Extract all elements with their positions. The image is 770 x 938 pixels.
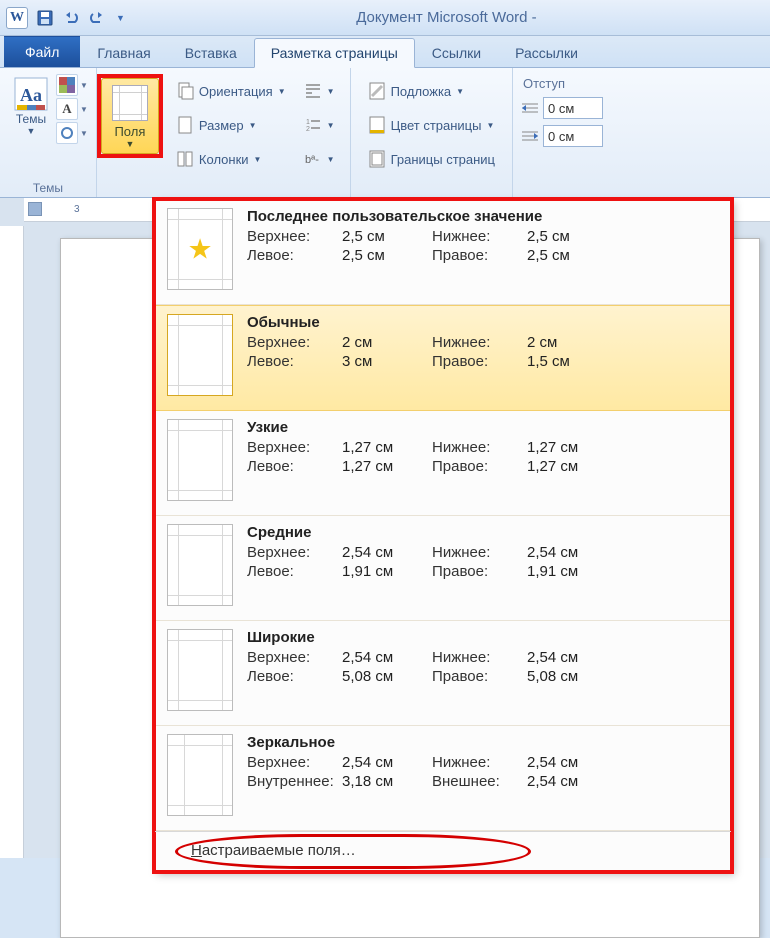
watermark-button[interactable]: Подложка ▼: [361, 78, 502, 104]
word-app-icon: W: [6, 7, 28, 29]
tab-file[interactable]: Файл: [4, 36, 80, 67]
star-icon: ★: [187, 233, 212, 266]
svg-text:bª-: bª-: [305, 154, 319, 166]
undo-icon[interactable]: [60, 7, 82, 29]
tab-insert[interactable]: Вставка: [168, 38, 254, 67]
preset-thumbnail: [167, 734, 233, 816]
themes-button[interactable]: Aa Темы ▼: [8, 74, 54, 139]
group-themes: Aa Темы ▼ ▼ A▼ ▼ Темы: [0, 68, 97, 197]
chevron-down-icon: ▼: [27, 126, 36, 136]
margin-preset[interactable]: УзкиеВерхнее:1,27 смНижнее:1,27 смЛевое:…: [155, 411, 731, 516]
preset-title: Последнее пользовательское значение: [247, 208, 719, 225]
window-title: Документ Microsoft Word -: [129, 9, 764, 26]
theme-fonts-icon[interactable]: A: [56, 98, 78, 120]
qat-dropdown-icon[interactable]: ▼: [112, 13, 129, 23]
preset-title: Широкие: [247, 629, 719, 646]
group-label-themes: Темы: [8, 179, 88, 195]
orientation-button[interactable]: Ориентация ▼: [169, 78, 293, 104]
page-color-icon: [368, 116, 386, 134]
preset-title: Зеркальное: [247, 734, 719, 751]
margins-button[interactable]: Поля ▼: [101, 78, 159, 154]
breaks-icon: [304, 82, 322, 100]
chevron-down-icon: ▼: [327, 87, 335, 96]
columns-button[interactable]: Колонки ▼: [169, 146, 293, 172]
indent-left-icon: [521, 101, 539, 115]
themes-small-buttons: ▼ A▼ ▼: [56, 74, 88, 144]
redo-icon[interactable]: [86, 7, 108, 29]
margin-preset[interactable]: ШирокиеВерхнее:2,54 смНижнее:2,54 смЛево…: [155, 621, 731, 726]
tab-page-layout[interactable]: Разметка страницы: [254, 38, 415, 68]
orientation-icon: [176, 82, 194, 100]
chevron-down-icon: ▼: [125, 139, 134, 149]
tab-references[interactable]: Ссылки: [415, 38, 498, 67]
hyphenation-button[interactable]: bª- ▼: [297, 146, 342, 172]
line-numbers-icon: 12: [304, 116, 322, 134]
group-indent: Отступ 0 см 0 см: [513, 68, 611, 197]
svg-text:Aa: Aa: [20, 85, 42, 105]
chevron-down-icon: ▼: [456, 87, 464, 96]
hyphenation-icon: bª-: [304, 150, 322, 168]
vertical-ruler[interactable]: [0, 226, 24, 858]
chevron-down-icon: ▼: [80, 129, 88, 138]
titlebar: W ▼ Документ Microsoft Word -: [0, 0, 770, 36]
chevron-down-icon: ▼: [327, 121, 335, 130]
quick-access-toolbar: ▼: [34, 7, 129, 29]
margins-icon: [112, 85, 148, 121]
margin-preset[interactable]: СредниеВерхнее:2,54 смНижнее:2,54 смЛево…: [155, 516, 731, 621]
group-page-background: Подложка ▼ Цвет страницы ▼ Границы стран…: [351, 68, 513, 197]
margins-button-highlight: Поля ▼: [97, 74, 163, 158]
line-numbers-button[interactable]: 12 ▼: [297, 112, 342, 138]
preset-title: Средние: [247, 524, 719, 541]
chevron-down-icon: ▼: [327, 155, 335, 164]
columns-icon: [176, 150, 194, 168]
chevron-down-icon: ▼: [486, 121, 494, 130]
preset-thumbnail: ★: [167, 208, 233, 290]
page-color-button[interactable]: Цвет страницы ▼: [361, 112, 502, 138]
svg-text:2: 2: [306, 126, 310, 133]
chevron-down-icon: ▼: [80, 105, 88, 114]
margin-preset[interactable]: ЗеркальноеВерхнее:2,54 смНижнее:2,54 смВ…: [155, 726, 731, 831]
page-borders-icon: [368, 150, 386, 168]
group-page-setup: Поля ▼ Ориентация ▼ Размер ▼ Колонки: [97, 68, 351, 197]
chevron-down-icon: ▼: [278, 87, 286, 96]
svg-text:1: 1: [306, 119, 310, 126]
chevron-down-icon: ▼: [80, 81, 88, 90]
indent-right-input[interactable]: 0 см: [543, 125, 603, 147]
preset-thumbnail: [167, 419, 233, 501]
preset-title: Обычные: [247, 314, 719, 331]
theme-colors-icon[interactable]: [56, 74, 78, 96]
page-size-icon: [176, 116, 194, 134]
preset-thumbnail: [167, 314, 233, 396]
preset-thumbnail: [167, 629, 233, 711]
page-borders-button[interactable]: Границы страниц: [361, 146, 502, 172]
breaks-button[interactable]: ▼: [297, 78, 342, 104]
chevron-down-icon: ▼: [249, 121, 257, 130]
indent-left-input[interactable]: 0 см: [543, 97, 603, 119]
custom-margins-item[interactable]: Настраиваемые поля…: [155, 831, 731, 871]
tab-mailings[interactable]: Рассылки: [498, 38, 595, 67]
ribbon: Aa Темы ▼ ▼ A▼ ▼ Темы Поля ▼: [0, 68, 770, 198]
margins-dropdown: ★Последнее пользовательское значениеВерх…: [154, 199, 732, 872]
ribbon-tabs: Файл Главная Вставка Разметка страницы С…: [0, 36, 770, 68]
indent-label: Отступ: [521, 76, 603, 91]
preset-thumbnail: [167, 524, 233, 606]
preset-title: Узкие: [247, 419, 719, 436]
theme-effects-icon[interactable]: [56, 122, 78, 144]
size-button[interactable]: Размер ▼: [169, 112, 293, 138]
margin-preset[interactable]: ★Последнее пользовательское значениеВерх…: [155, 200, 731, 305]
save-icon[interactable]: [34, 7, 56, 29]
chevron-down-icon: ▼: [254, 155, 262, 164]
watermark-icon: [368, 82, 386, 100]
indent-right-icon: [521, 129, 539, 143]
tab-home[interactable]: Главная: [80, 38, 167, 67]
margin-preset[interactable]: ОбычныеВерхнее:2 смНижнее:2 смЛевое:3 см…: [155, 305, 731, 411]
